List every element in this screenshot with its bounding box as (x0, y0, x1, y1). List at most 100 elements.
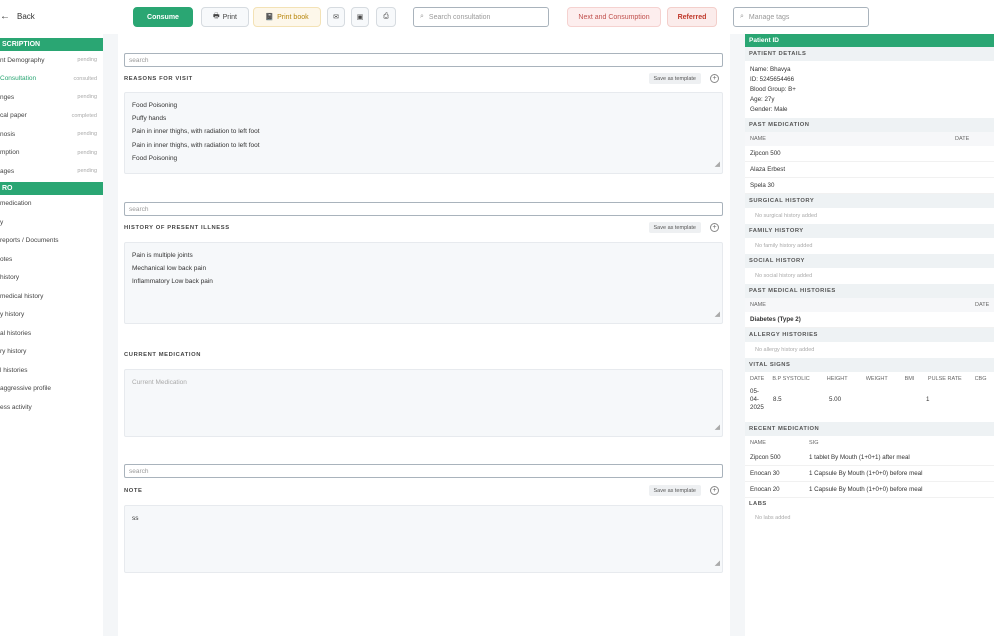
sidebar-item[interactable]: ess activity (0, 398, 103, 417)
sidebar-item-label: cal paper (0, 112, 27, 120)
patient-detail: Blood Group: B+ (750, 85, 796, 93)
search-consultation-input[interactable]: ⌕ Search consultation (413, 7, 549, 27)
status-badge: pending (77, 57, 97, 64)
sidebar-item[interactable]: ry history (0, 343, 103, 362)
patient-detail: Age: 27y (750, 95, 775, 103)
illness-add-icon[interactable]: + (710, 223, 719, 232)
reason-textarea[interactable]: Food Poisoning Puffy hands Pain in inner t… (124, 92, 723, 174)
sidebar-item[interactable]: al histories (0, 324, 103, 343)
sidebar-item-label: al histories (0, 329, 32, 337)
print-icon: ⎙ (383, 13, 389, 20)
note-add-icon[interactable]: + (710, 486, 719, 495)
col-sig: SIG (809, 440, 819, 446)
reason-search-input[interactable]: search (124, 53, 723, 67)
illness-lines: Pain is multiple joints Mechanical low ba… (132, 249, 715, 289)
back-label: Back (17, 12, 35, 21)
past-medical-list: Diabetes (Type 2) (745, 312, 994, 328)
next-consumption-button[interactable]: Next and Consumption (567, 7, 661, 27)
surgical-history-empty: No surgical history added (755, 213, 818, 219)
past-medical-header: NAME DATE (745, 298, 994, 312)
medication-placeholder: Current Medication (132, 379, 187, 386)
vital-col-header: WEIGHT (865, 376, 888, 382)
past-medication-list: Zipcon 500 Alaza Erbest Spela 30 (745, 146, 994, 194)
text-line: Pain in inner thighs, with radiation to … (132, 128, 260, 136)
illness-search-input[interactable]: search (124, 202, 723, 216)
resize-handle-icon[interactable]: ◢ (715, 557, 720, 570)
medication-textarea[interactable]: Current Medication ◢ (124, 369, 723, 437)
consume-button[interactable]: Consume (133, 7, 193, 27)
print-label: Print (222, 13, 237, 21)
sidebar-item[interactable]: otes (0, 250, 103, 269)
vital-signs-header: DATE B.P SYSTOLIC HEIGHT WEIGHT BMI PULSE RAT… (745, 372, 994, 386)
sidebar-item[interactable]: l histories (0, 361, 103, 380)
med-name: Alaza Erbest (750, 166, 786, 173)
sidebar-item[interactable]: medical history (0, 287, 103, 306)
status-badge: consulted (73, 75, 97, 82)
note-save-template-button[interactable]: Save as template (648, 485, 701, 496)
past-medication-title: PAST MEDICATION (745, 118, 994, 132)
vital-col-header: HEIGHT (826, 376, 848, 382)
col-name: NAME (750, 136, 766, 142)
illness-textarea[interactable]: Pain is multiple joints Mechanical low ba… (124, 242, 723, 324)
vital-col-header: B.P SYSTOLIC (772, 376, 810, 382)
past-medical-histories-title: PAST MEDICAL HISTORIES (745, 284, 994, 298)
back-button[interactable]: ← Back (0, 11, 35, 22)
consume-label: Consume (147, 13, 179, 21)
sidebar-item[interactable]: medication (0, 195, 103, 214)
sidebar-item[interactable]: nges pending (0, 88, 103, 107)
col-name: NAME (750, 302, 766, 308)
save-button[interactable]: ▣ (351, 7, 369, 27)
sidebar-item-label: nosis (0, 130, 16, 138)
reason-save-template-button[interactable]: Save as template (648, 73, 701, 84)
vital-col-header: CBG (974, 376, 987, 382)
sidebar-item[interactable]: ages pending (0, 162, 103, 181)
vital-col-header: DATE (750, 376, 765, 382)
sidebar-list-prescription: nt Demography pending Consultation consulte… (0, 51, 103, 181)
sidebar-item[interactable]: aggressive profile (0, 380, 103, 399)
referred-button[interactable]: Referred (667, 7, 717, 27)
past-medication-header: NAME DATE (745, 132, 994, 146)
text-line: Food Poisoning (132, 154, 178, 162)
illness-save-template-button[interactable]: Save as template (648, 222, 701, 233)
patient-detail: Gender: Male (750, 105, 788, 113)
note-search-input[interactable]: search (124, 464, 723, 478)
allergy-history-empty: No allergy history added (755, 347, 815, 353)
sidebar-item[interactable]: history (0, 269, 103, 288)
text-line: Inflammatory Low back pain (132, 278, 213, 286)
sidebar-item[interactable]: reports / Documents (0, 232, 103, 251)
patient-panel: Patient ID PATIENT DETAILS Name: Bhavya I… (745, 34, 994, 636)
reason-add-icon[interactable]: + (710, 74, 719, 83)
print-icon-button[interactable]: ⎙ (376, 7, 396, 27)
sidebar-section-prescription: SCRIPTION (0, 38, 103, 51)
message-button[interactable]: ✉ (327, 7, 345, 27)
med-name: Zipcon 500 (750, 454, 781, 461)
sidebar-item[interactable]: nosis pending (0, 125, 103, 144)
recent-medication-title: RECENT MEDICATION (745, 422, 994, 436)
printer-icon: 🖶 (212, 12, 220, 20)
sidebar-item-label: Consultation (0, 75, 37, 83)
sidebar-item-label: l histories (0, 366, 28, 374)
top-bar: ← Back Consume 🖶 Print 📓 Print book ✉ ▣ … (0, 0, 994, 34)
sidebar-item[interactable]: nt Demography pending (0, 51, 103, 70)
sidebar-item[interactable]: y history (0, 306, 103, 325)
med-name: Enocan 20 (750, 486, 780, 493)
resize-handle-icon[interactable]: ◢ (715, 421, 720, 434)
med-name: Enocan 30 (750, 470, 780, 477)
resize-handle-icon[interactable]: ◢ (715, 158, 720, 171)
sidebar-item[interactable]: y (0, 213, 103, 232)
sidebar-item-label: medication (0, 200, 32, 208)
sidebar-item[interactable]: cal paper completed (0, 107, 103, 126)
resize-handle-icon[interactable]: ◢ (715, 308, 720, 321)
vital-date-part: 04- (750, 396, 759, 403)
text-line: Mechanical low back pain (132, 265, 207, 273)
text-line: Pain in inner thighs, with radiation to … (132, 141, 260, 149)
note-textarea[interactable]: ss ◢ (124, 505, 723, 573)
manage-tags-input[interactable]: ⌕ Manage tags (733, 7, 869, 27)
sidebar-item[interactable]: Consultation consulted (0, 70, 103, 89)
print-button[interactable]: 🖶 Print (201, 7, 249, 27)
note-text: ss (132, 515, 139, 522)
text-line: Food Poisoning (132, 102, 178, 109)
print-book-button[interactable]: 📓 Print book (253, 7, 321, 27)
sidebar-item[interactable]: mption pending (0, 144, 103, 163)
consultation-form: search REASONS FOR VISIT Save as templat… (118, 34, 730, 636)
